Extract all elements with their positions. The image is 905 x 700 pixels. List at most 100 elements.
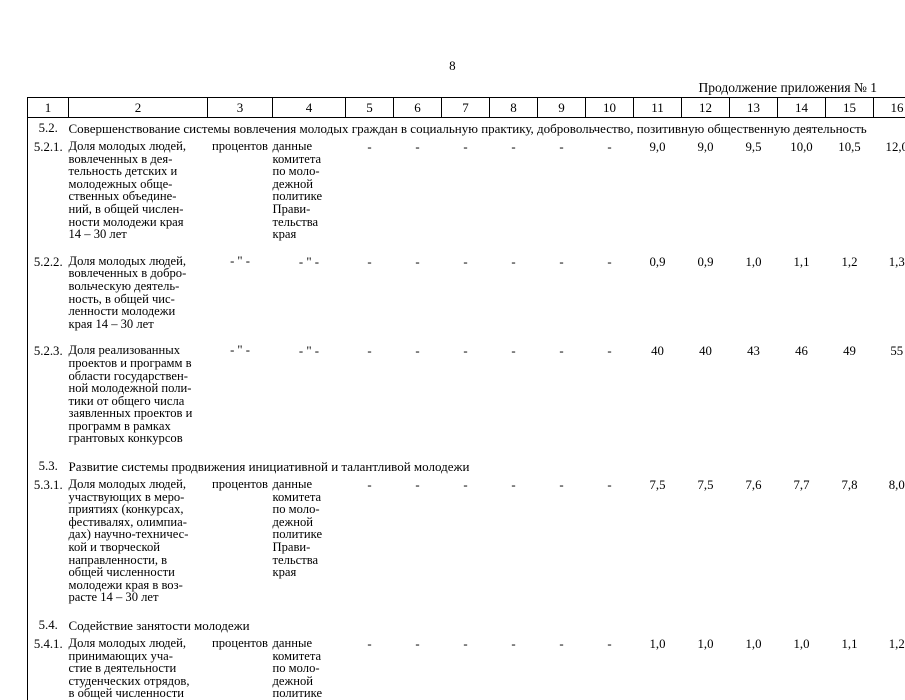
text-line: Прави-	[273, 203, 346, 216]
row-description: Доля молодых людей,вовлеченных в дея-тел…	[69, 137, 208, 241]
row-value: 1,2	[874, 634, 905, 700]
text-line: вольческую деятель-	[69, 280, 208, 293]
column-header: 1	[28, 98, 69, 118]
row-description: Доля молодых людей,принимающих уча-стие …	[69, 634, 208, 700]
row-description: Доля реализованныхпроектов и программ во…	[69, 341, 208, 445]
row-value-empty: -	[490, 634, 538, 700]
row-unit: - " -	[208, 341, 273, 445]
text-line: - " -	[208, 255, 273, 268]
row-source: данныекомитетапо моло-дежнойполитике	[273, 634, 346, 700]
section-row: 5.4.Содействие занятости молодежи	[28, 615, 905, 634]
text-line: приятиях (конкурсах,	[69, 503, 208, 516]
table-row: 5.2.1.Доля молодых людей,вовлеченных в д…	[28, 137, 905, 241]
text-line: ний, в общей числен-	[69, 203, 208, 216]
row-value: 0,9	[682, 252, 730, 331]
text-line: Прави-	[273, 541, 346, 554]
row-value-empty: -	[538, 137, 586, 241]
row-source: данныекомитетапо моло-дежнойполитикеПрав…	[273, 475, 346, 604]
row-left-edge	[28, 241, 69, 252]
row-value-empty: -	[394, 137, 442, 241]
text-line: Доля молодых людей,	[69, 637, 208, 650]
text-line: - " -	[273, 255, 346, 270]
row-value: 49	[826, 341, 874, 445]
row-code: 5.2.3.	[28, 341, 69, 445]
row-value-empty: -	[394, 252, 442, 331]
row-left-edge	[28, 330, 69, 341]
row-value: 10,5	[826, 137, 874, 241]
row-value: 7,5	[634, 475, 682, 604]
row-code: 5.3.1.	[28, 475, 69, 604]
text-line: данные	[273, 140, 346, 153]
row-description: Доля молодых людей,участвующих в меро-пр…	[69, 475, 208, 604]
row-value-empty: -	[490, 341, 538, 445]
row-right-edge	[874, 456, 905, 475]
text-line: общей численности	[69, 566, 208, 579]
text-line: политике	[273, 687, 346, 700]
row-value-empty: -	[394, 341, 442, 445]
row-source: данныекомитетапо моло-дежнойполитикеПрав…	[273, 137, 346, 241]
spacer-row	[28, 330, 905, 341]
row-right-edge	[874, 604, 905, 615]
table-row: 5.2.2.Доля молодых людей,вовлеченных в д…	[28, 252, 905, 331]
section-row: 5.2.Совершенствование системы вовлечения…	[28, 118, 905, 138]
row-unit: процентов	[208, 634, 273, 700]
row-value: 1,0	[634, 634, 682, 700]
section-title: Содействие занятости молодежи	[69, 615, 874, 634]
spacer-cell	[69, 604, 874, 615]
table-row: 5.3.1.Доля молодых людей,участвующих в м…	[28, 475, 905, 604]
spacer-cell	[69, 330, 874, 341]
continuation-note: Продолжение приложения № 1	[698, 80, 877, 96]
spacer-row	[28, 445, 905, 456]
column-header: 13	[730, 98, 778, 118]
text-line: процентов	[208, 140, 273, 153]
row-value: 40	[682, 341, 730, 445]
indicators-table: 123456789101112131415165.2.Совершенствов…	[27, 97, 905, 700]
row-value-empty: -	[346, 252, 394, 331]
row-value-empty: -	[538, 252, 586, 331]
text-line: процентов	[208, 478, 273, 491]
text-line: - " -	[208, 344, 273, 357]
row-value-empty: -	[346, 634, 394, 700]
text-line: дежной	[273, 675, 346, 688]
table-row: 5.4.1.Доля молодых людей,принимающих уча…	[28, 634, 905, 700]
text-line: данные	[273, 637, 346, 650]
text-line: Доля молодых людей,	[69, 478, 208, 491]
text-line: грантовых конкурсов	[69, 432, 208, 445]
row-value-empty: -	[442, 252, 490, 331]
row-right-edge	[874, 330, 905, 341]
table-header-row: 12345678910111213141516	[28, 98, 905, 118]
text-line: Доля молодых людей,	[69, 140, 208, 153]
row-value-empty: -	[394, 634, 442, 700]
row-value-empty: -	[346, 341, 394, 445]
row-code: 5.4.1.	[28, 634, 69, 700]
spacer-cell	[69, 241, 874, 252]
column-header: 6	[394, 98, 442, 118]
row-value-empty: -	[538, 634, 586, 700]
row-value: 7,8	[826, 475, 874, 604]
text-line: кой и творческой	[69, 541, 208, 554]
row-value-empty: -	[442, 475, 490, 604]
row-value-empty: -	[586, 252, 634, 331]
text-line: в общей численности	[69, 687, 208, 700]
spacer-row	[28, 604, 905, 615]
text-line: по моло-	[273, 503, 346, 516]
row-code: 5.2.2.	[28, 252, 69, 331]
section-title: Совершенствование системы вовлечения мол…	[69, 118, 874, 138]
column-header: 4	[273, 98, 346, 118]
text-line: края	[273, 566, 346, 579]
row-value: 1,0	[730, 252, 778, 331]
row-source: - " -	[273, 252, 346, 331]
row-value: 0,9	[634, 252, 682, 331]
text-line: по моло-	[273, 662, 346, 675]
text-line: ленности молодежи	[69, 305, 208, 318]
row-value: 1,2	[826, 252, 874, 331]
document-page: 8 Продолжение приложения № 1 12345678910…	[0, 0, 905, 640]
row-value: 46	[778, 341, 826, 445]
column-header: 12	[682, 98, 730, 118]
row-value-empty: -	[394, 475, 442, 604]
text-line: тельность детских и	[69, 165, 208, 178]
section-code: 5.3.	[28, 456, 69, 475]
row-left-edge	[28, 445, 69, 456]
text-line: процентов	[208, 637, 273, 650]
text-line: ной молодежной поли-	[69, 382, 208, 395]
